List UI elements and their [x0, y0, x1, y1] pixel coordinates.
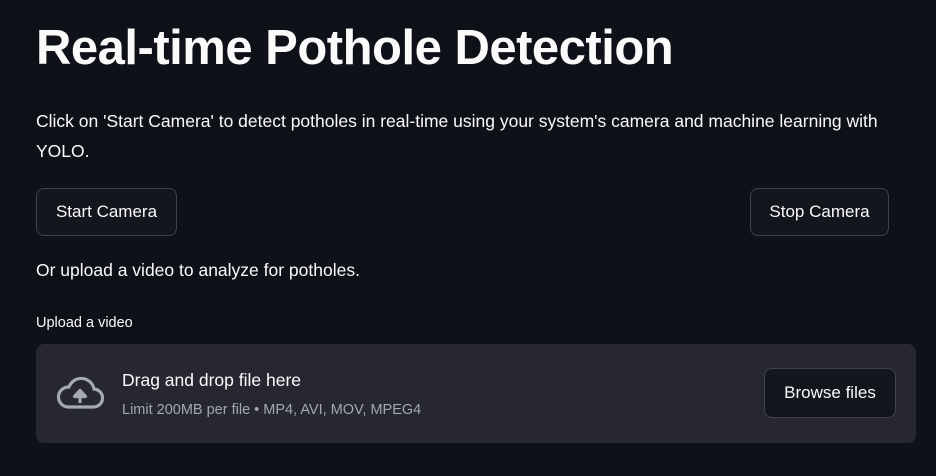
cloud-upload-icon: [56, 376, 104, 409]
file-dropzone[interactable]: Drag and drop file here Limit 200MB per …: [36, 344, 916, 443]
browse-files-button[interactable]: Browse files: [764, 368, 896, 418]
upload-label: Upload a video: [36, 315, 133, 331]
dropzone-limit-text: Limit 200MB per file • MP4, AVI, MOV, MP…: [122, 402, 422, 418]
page-title: Real-time Pothole Detection: [36, 21, 674, 75]
dropzone-title: Drag and drop file here: [122, 370, 301, 390]
stop-camera-button[interactable]: Stop Camera: [750, 188, 889, 236]
description-text: Click on 'Start Camera' to detect pothol…: [36, 111, 878, 161]
start-camera-button[interactable]: Start Camera: [36, 188, 177, 236]
upload-hint-text: Or upload a video to analyze for pothole…: [36, 260, 360, 280]
